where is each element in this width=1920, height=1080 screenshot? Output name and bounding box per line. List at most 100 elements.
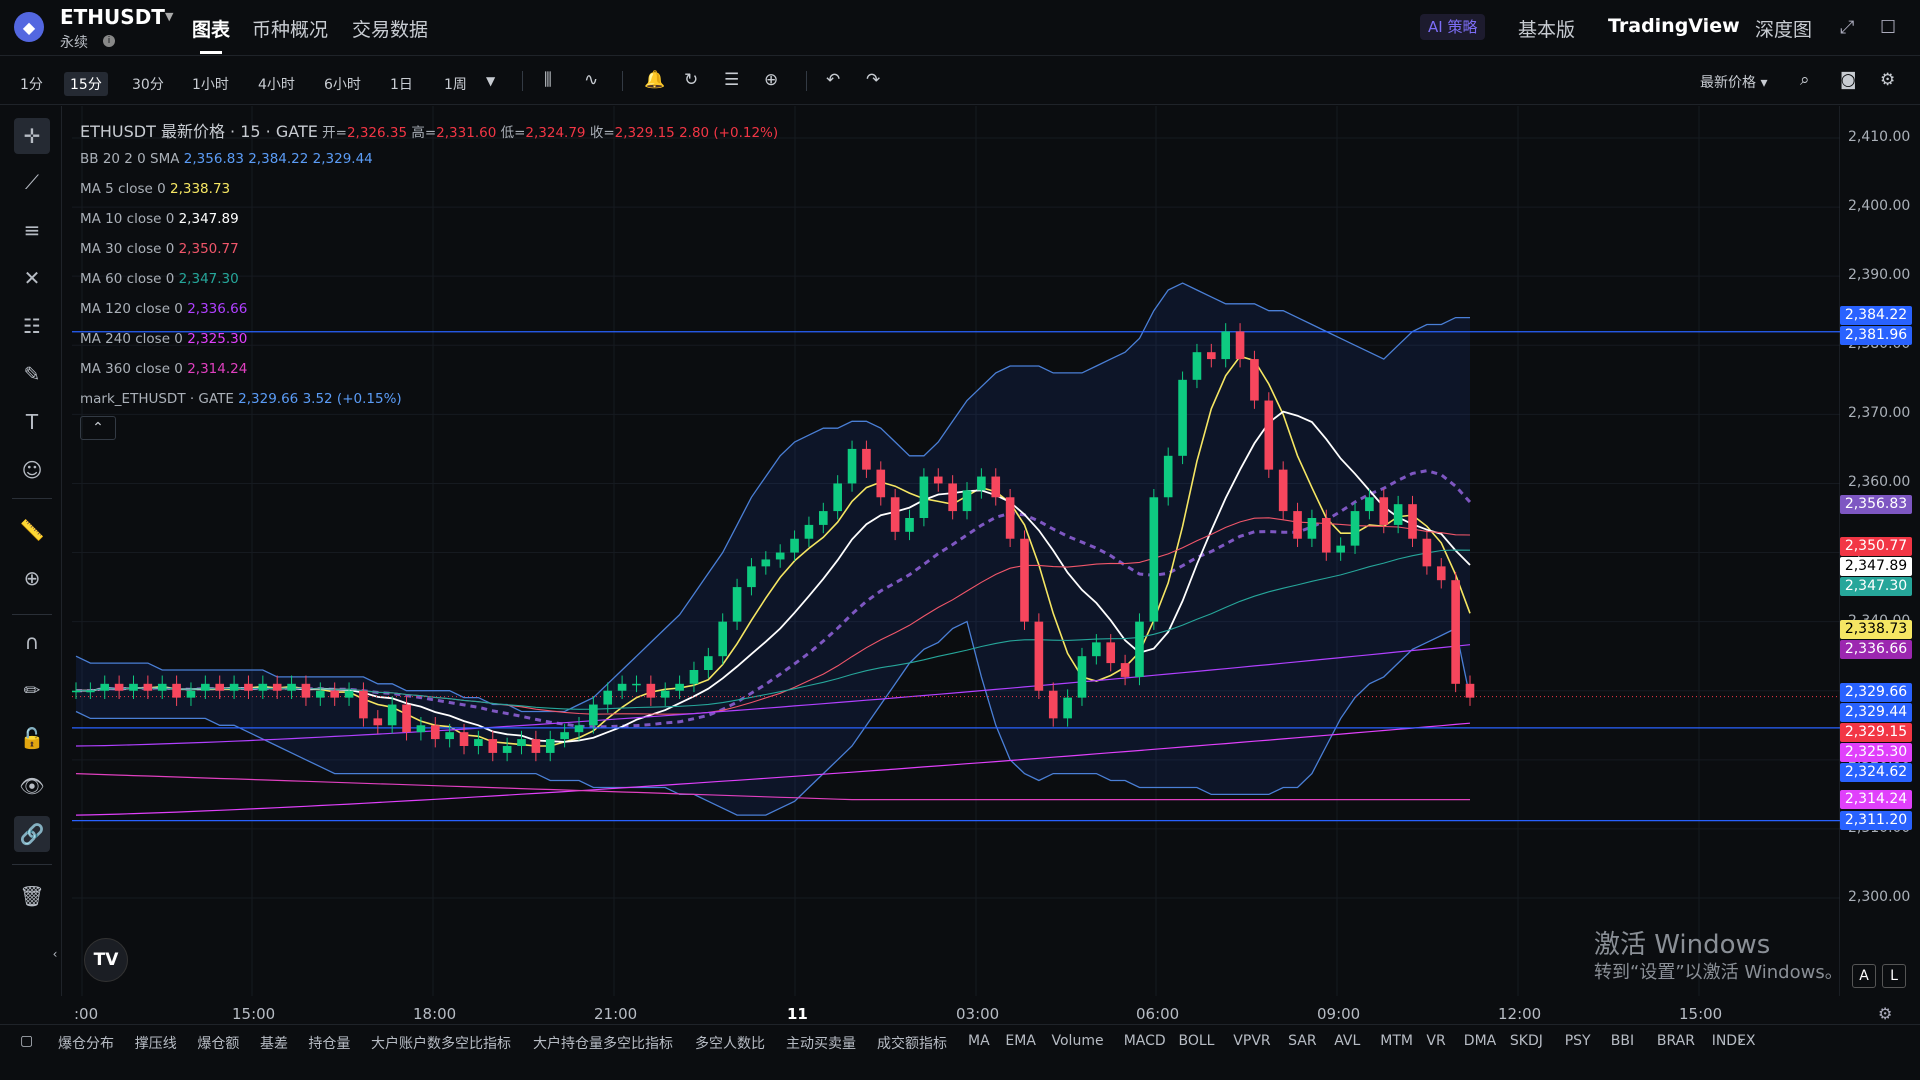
indicator-row[interactable]: MA 10 close 0 2,347.89 (80, 211, 239, 227)
indicator-row[interactable]: MA 30 close 0 2,350.77 (80, 241, 239, 257)
alert-icon[interactable]: 🔔 (644, 70, 665, 90)
link-icon[interactable]: 🔗 (14, 816, 50, 852)
candle-body (660, 690, 670, 698)
lock-icon[interactable]: 🔓 (14, 720, 50, 756)
indicator-item[interactable]: SKDJ (1510, 1033, 1543, 1049)
ohlc-value: 2,329.15 (614, 125, 675, 141)
indicator-item[interactable]: INDEX (1712, 1033, 1756, 1049)
tradingview-logo[interactable]: TV (84, 938, 128, 982)
zoom-in-icon[interactable]: ⊕ (14, 560, 50, 596)
camera-icon[interactable]: ◙ (1840, 70, 1857, 90)
magnet-icon[interactable]: ∩ (14, 624, 50, 660)
tab-chart[interactable]: 图表 (192, 15, 230, 42)
scroll-right-icon[interactable]: › (1738, 1033, 1744, 1049)
fullscreen-icon[interactable]: ☐ (1880, 17, 1896, 38)
text-tool-icon[interactable]: T (14, 404, 50, 440)
tab-depth-chart[interactable]: 深度图 (1755, 15, 1812, 42)
ruler-icon[interactable]: 📏 (14, 512, 50, 548)
search-icon[interactable]: ⌕ (1800, 70, 1810, 90)
calendar-icon[interactable]: ▢ (20, 1033, 33, 1049)
timeframe-1m[interactable]: 1分 (14, 72, 49, 96)
add-icon[interactable]: ⊕ (764, 70, 778, 90)
brush-icon[interactable]: ✎ (14, 356, 50, 392)
timeframe-6h[interactable]: 6小时 (318, 72, 367, 96)
indicator-item[interactable]: VR (1426, 1033, 1445, 1049)
price-tag: 2,325.30 (1840, 743, 1912, 763)
indicator-item[interactable]: 撑压线 (135, 1033, 177, 1053)
tab-basic[interactable]: 基本版 (1518, 15, 1575, 42)
timeframe-1d[interactable]: 1日 (384, 72, 419, 96)
indicator-row[interactable]: BB 20 2 0 SMA 2,356.83 2,384.22 2,329.44 (80, 151, 373, 167)
indicator-item[interactable]: MTM (1380, 1033, 1413, 1049)
redo-icon[interactable]: ↷ (866, 70, 880, 90)
indicator-item[interactable]: BRAR (1657, 1033, 1695, 1049)
expand-icon[interactable]: ⤢ (1840, 17, 1854, 38)
indicator-row[interactable]: MA 60 close 0 2,347.30 (80, 271, 239, 287)
indicators-icon[interactable]: ∿ (584, 70, 598, 90)
indicator-row[interactable]: MA 5 close 0 2,338.73 (80, 181, 230, 197)
lock-drawing-icon[interactable]: ✏ (14, 672, 50, 708)
indicator-item[interactable]: AVL (1334, 1033, 1360, 1049)
indicator-item[interactable]: 持仓量 (308, 1033, 350, 1053)
replay-icon[interactable]: ↻ (684, 70, 698, 90)
indicator-item[interactable]: 爆仓额 (197, 1033, 239, 1053)
indicator-item[interactable]: 大户账户数多空比指标 (371, 1033, 511, 1053)
crosshair-icon[interactable]: ✛ (14, 118, 50, 154)
indicator-row[interactable]: MA 120 close 0 2,336.66 (80, 301, 247, 317)
candle-type-icon[interactable]: ⫼ (544, 70, 552, 90)
settings-gear-icon[interactable]: ⚙ (1880, 70, 1895, 90)
indicator-item[interactable]: Volume (1052, 1033, 1104, 1049)
timeframe-dropdown-icon[interactable]: ▼ (486, 74, 495, 88)
templates-icon[interactable]: ☰ (724, 70, 739, 90)
indicator-item[interactable]: SAR (1288, 1033, 1316, 1049)
timeframe-30m[interactable]: 30分 (126, 72, 170, 96)
indicator-item[interactable]: 多空人数比 (695, 1033, 765, 1053)
collapse-toolbar-icon[interactable]: ‹ (48, 936, 62, 972)
indicator-row[interactable]: MA 360 close 0 2,314.24 (80, 361, 247, 377)
indicator-row[interactable]: MA 240 close 0 2,325.30 (80, 331, 247, 347)
indicator-item[interactable]: 主动买卖量 (786, 1033, 856, 1053)
fib-retracement-icon[interactable]: ☷ (14, 308, 50, 344)
indicator-item[interactable]: DMA (1464, 1033, 1496, 1049)
indicator-row[interactable]: mark_ETHUSDT · GATE 2,329.66 3.52 (+0.15… (80, 391, 402, 407)
axis-settings-icon[interactable]: ⚙ (1878, 1004, 1892, 1023)
tab-coin-overview[interactable]: 币种概况 (252, 15, 328, 42)
indicator-item[interactable]: BBI (1611, 1033, 1634, 1049)
trend-line-icon[interactable]: ⟋ (14, 164, 50, 200)
collapse-legend-button[interactable]: ⌃ (80, 416, 116, 440)
tab-trading-data[interactable]: 交易数据 (352, 15, 428, 42)
horizontal-lines-icon[interactable]: ≡ (14, 212, 50, 248)
indicator-item[interactable]: MA (968, 1033, 990, 1049)
x-axis-label: 06:00 (1136, 1005, 1180, 1023)
log-scale-button[interactable]: L (1882, 964, 1906, 988)
timeframe-1h[interactable]: 1小时 (186, 72, 235, 96)
info-icon[interactable]: i (103, 35, 115, 47)
trash-icon[interactable]: 🗑 (14, 878, 50, 914)
tab-tradingview[interactable]: TradingView (1608, 15, 1740, 37)
eye-icon[interactable]: 👁 (14, 768, 50, 804)
indicator-item[interactable]: BOLL (1179, 1033, 1215, 1049)
emoji-icon[interactable]: ☺ (14, 452, 50, 488)
indicator-item[interactable]: EMA (1005, 1033, 1036, 1049)
timeframe-15m[interactable]: 15分 (64, 72, 108, 96)
price-type-select[interactable]: 最新价格 ▾ (1700, 72, 1767, 92)
indicator-item[interactable]: VPVR (1233, 1033, 1270, 1049)
timeframe-1w[interactable]: 1周 (438, 72, 473, 96)
indicator-item[interactable]: 基差 (260, 1033, 288, 1053)
pattern-icon[interactable]: ✕ (14, 260, 50, 296)
price-chart[interactable] (72, 106, 1840, 996)
symbol-title[interactable]: ETHUSDT (60, 5, 165, 29)
candle-body (1264, 400, 1274, 470)
x-axis-label: 09:00 (1317, 1005, 1361, 1023)
indicator-item[interactable]: 成交额指标 (877, 1033, 947, 1053)
indicator-item[interactable]: PSY (1565, 1033, 1591, 1049)
timeframe-4h[interactable]: 4小时 (252, 72, 301, 96)
undo-icon[interactable]: ↶ (826, 70, 840, 90)
indicator-item[interactable]: 爆仓分布 (58, 1033, 114, 1053)
symbol-dropdown-icon[interactable]: ▼ (165, 10, 173, 23)
ai-strategy-badge[interactable]: AI 策略 (1420, 14, 1486, 40)
price-tag: 2,336.66 (1840, 640, 1912, 660)
indicator-item[interactable]: MACD (1124, 1033, 1166, 1049)
indicator-item[interactable]: 大户持仓量多空比指标 (533, 1033, 673, 1053)
auto-scale-button[interactable]: A (1852, 964, 1876, 988)
